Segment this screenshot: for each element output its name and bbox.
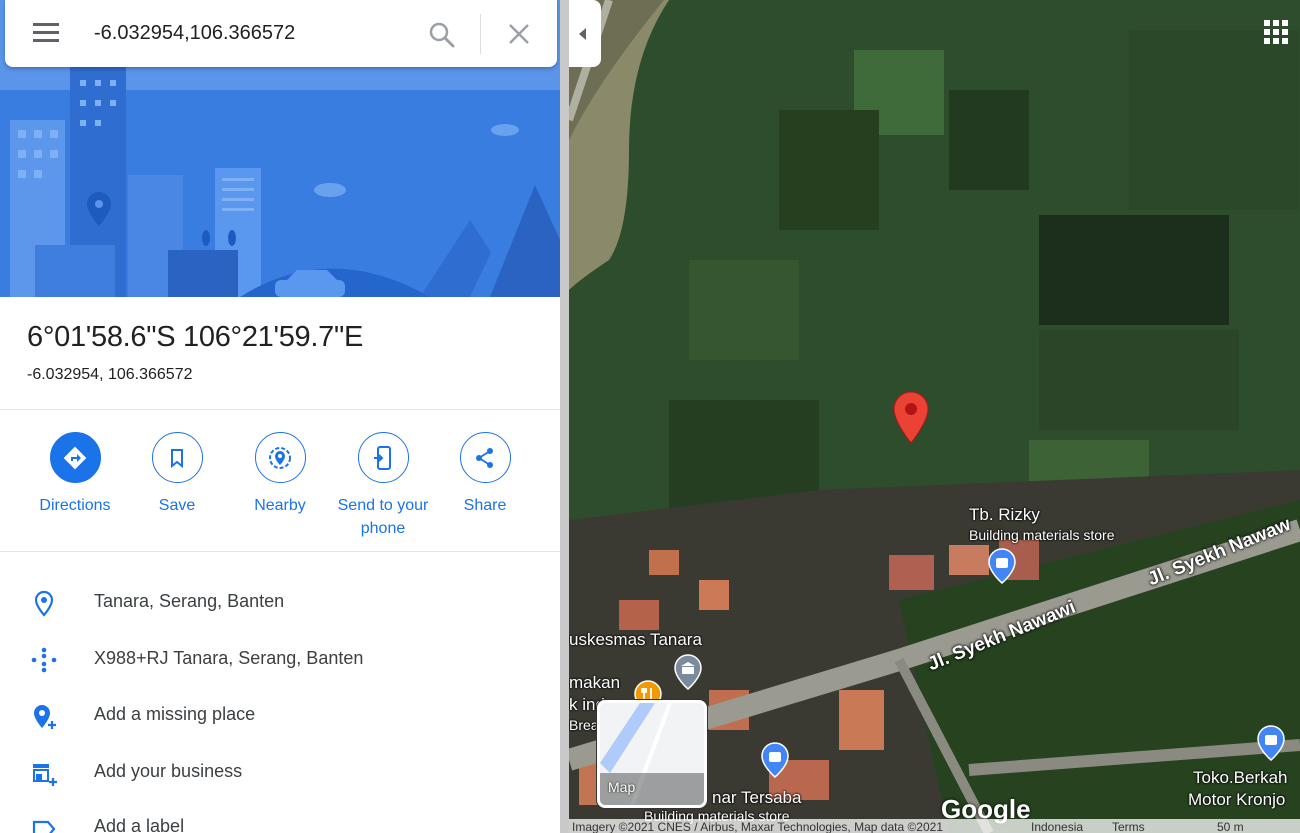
directions-label: Directions	[39, 497, 111, 514]
plus-code-text: X988+RJ Tanara, Serang, Banten	[94, 648, 364, 668]
nearby-icon	[269, 446, 291, 469]
plus-code-icon	[31, 647, 57, 673]
search-input[interactable]	[94, 18, 394, 48]
add-missing-place-text: Add a missing place	[94, 704, 256, 724]
map-layer-toggle[interactable]: Map	[597, 700, 707, 808]
imagery-attribution: Imagery ©2021 CNES / Airbus, Maxar Techn…	[572, 820, 943, 833]
add-business-icon	[33, 764, 57, 786]
detail-address[interactable]: Tanara, Serang, Banten	[0, 583, 560, 623]
add-label-text: Add a label	[94, 816, 185, 833]
shopping-poi-icon[interactable]	[1257, 725, 1285, 761]
share-icon	[476, 447, 493, 468]
send-to-phone-button[interactable]: Send to your phone	[328, 432, 438, 540]
government-poi-icon[interactable]	[674, 654, 702, 690]
terms-link[interactable]: Terms	[1112, 820, 1145, 833]
add-place-icon	[34, 705, 56, 729]
poi-name-puskesmas[interactable]: uskesmas Tanara	[569, 630, 702, 650]
detail-plus-code[interactable]: X988+RJ Tanara, Serang, Banten	[0, 640, 560, 680]
share-button[interactable]: Share	[430, 432, 540, 517]
nearby-label: Nearby	[254, 497, 306, 514]
directions-button[interactable]: Directions	[20, 432, 130, 517]
detail-add-label[interactable]: Add a label	[0, 808, 560, 833]
send-to-phone-icon	[374, 445, 391, 470]
nearby-button[interactable]: Nearby	[225, 432, 335, 517]
save-label: Save	[158, 497, 196, 514]
detail-add-missing-place[interactable]: Add a missing place	[0, 696, 560, 736]
scale-bar[interactable]: 50 m	[1217, 820, 1244, 833]
share-label: Share	[463, 497, 507, 514]
shopping-poi-icon[interactable]	[988, 548, 1016, 584]
attribution-bar: Imagery ©2021 CNES / Airbus, Maxar Techn…	[569, 819, 1300, 833]
apps-grid-icon[interactable]	[1264, 20, 1288, 44]
search-icon[interactable]	[427, 20, 457, 50]
poi-name-tersaba[interactable]: nar Tersaba	[712, 788, 801, 808]
location-pin-icon	[34, 590, 54, 617]
action-bar: Directions Save Nearby Send to your phon…	[0, 432, 560, 542]
hamburger-menu-icon[interactable]	[29, 20, 67, 48]
place-title: 6°01'58.6"S 106°21'59.7"E	[27, 321, 364, 353]
country-link[interactable]: Indonesia	[1031, 820, 1083, 833]
poi-type-tb-rizky: Building materials store	[969, 527, 1115, 543]
location-marker-icon[interactable]	[892, 391, 930, 445]
detail-add-business[interactable]: Add your business	[0, 753, 560, 793]
add-business-text: Add your business	[94, 761, 243, 781]
side-panel: 6°01'58.6"S 106°21'59.7"E -6.032954, 106…	[0, 0, 560, 833]
divider	[0, 409, 560, 410]
place-decimal-coordinates: -6.032954, 106.366572	[27, 366, 193, 383]
poi-name-motor-kronjo[interactable]: Motor Kronjo	[1188, 790, 1285, 810]
poi-name-toko-berkah[interactable]: Toko.Berkah	[1193, 768, 1288, 788]
chevron-left-icon	[579, 28, 586, 40]
collapse-panel-button[interactable]	[569, 0, 601, 67]
divider	[0, 551, 560, 552]
directions-icon	[63, 446, 87, 469]
maps-app: 6°01'58.6"S 106°21'59.7"E -6.032954, 106…	[0, 0, 1300, 833]
search-box	[5, 0, 557, 67]
label-icon	[32, 820, 56, 833]
map-layer-label: Map	[608, 779, 636, 795]
satellite-map[interactable]: Tb. Rizky Building materials store Jl. S…	[569, 0, 1300, 833]
save-button[interactable]: Save	[122, 432, 232, 517]
search-separator	[480, 14, 481, 54]
poi-name-tb-rizky[interactable]: Tb. Rizky	[969, 505, 1040, 525]
panel-divider[interactable]	[560, 0, 569, 833]
address-text: Tanara, Serang, Banten	[94, 591, 285, 611]
send-to-phone-label: Send to your phone	[337, 497, 429, 537]
poi-name-makan[interactable]: makan	[569, 673, 620, 693]
shopping-poi-icon[interactable]	[761, 742, 789, 778]
bookmark-icon	[171, 448, 183, 468]
close-icon[interactable]	[505, 20, 533, 48]
